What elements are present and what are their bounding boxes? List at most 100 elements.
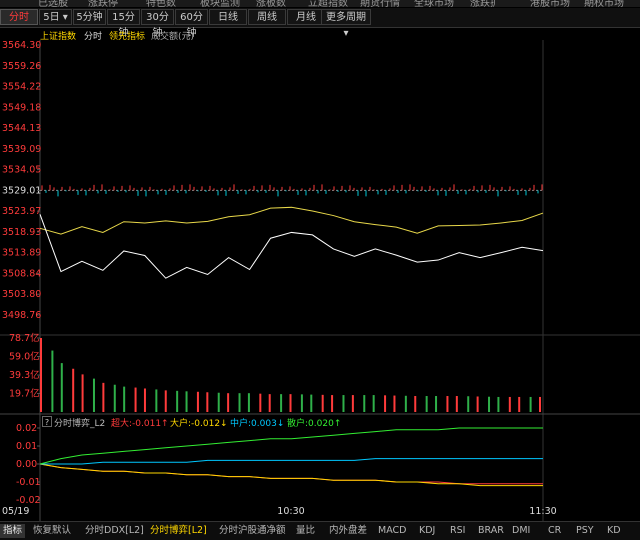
large-line [39, 463, 543, 487]
volume-bar [310, 394, 313, 412]
volume-bar [259, 393, 262, 412]
volume-bar [227, 393, 230, 412]
price-tick-label: 3544.13 [2, 123, 41, 134]
volume-bar [185, 391, 188, 412]
volume-bar [351, 395, 354, 412]
volume-bar [289, 394, 292, 412]
volume-bar [206, 392, 209, 412]
price-tick-label: 3498.76 [2, 310, 41, 321]
volume-bar [217, 392, 220, 412]
volume-bar [51, 350, 54, 412]
volume-bar [414, 396, 417, 412]
indicator-tick-label: 0.02 [16, 423, 37, 434]
large-value: 大户:-0.012↓ [170, 419, 228, 429]
price-tick-label: 3529.01 [2, 185, 41, 196]
volume-bar [176, 390, 179, 412]
volume-tick-label: 78.7亿 [9, 332, 40, 344]
medium-line [40, 458, 543, 465]
indicator-tab[interactable]: 分时沪股通净额 [219, 524, 286, 538]
volume-bar [92, 378, 95, 412]
volume-bar [518, 396, 521, 412]
indicator-name: 分时博弈_L2 [54, 419, 106, 429]
indicator-tab[interactable]: 分时博弈[L2] [150, 524, 207, 538]
indicator-tick-label: -0.01 [16, 477, 41, 488]
indicator-tab[interactable]: DMI [512, 524, 530, 538]
volume-bar [446, 396, 449, 412]
time-label-end: 11:30 [529, 506, 556, 517]
indicator-tab[interactable]: 指标 [0, 524, 26, 538]
volume-bar [60, 363, 63, 412]
volume-bar [539, 396, 541, 412]
volume-bar [497, 396, 500, 412]
indicator-tick-label: 0.01 [16, 441, 37, 452]
price-tick-label: 3508.84 [2, 268, 41, 279]
volume-tick-label: 19.7亿 [9, 387, 40, 399]
time-label-start: 05/19 [2, 506, 29, 517]
indicator-tab[interactable]: RSI [450, 524, 465, 538]
volume-bar [404, 395, 407, 412]
indicator-tab[interactable]: 内外盘差 [329, 524, 367, 538]
volume-bar [113, 384, 116, 412]
volume-bar [476, 396, 479, 412]
volume-bar [372, 395, 375, 412]
price-tick-label: 3513.89 [2, 248, 41, 259]
medium-value: 中户:0.003↓ [230, 419, 285, 429]
price-tick-label: 3539.09 [2, 144, 41, 155]
price-line [39, 214, 544, 279]
volume-bar [455, 396, 458, 412]
volume-bar [435, 396, 438, 412]
volume-bar [123, 386, 126, 412]
volume-bar [529, 396, 532, 412]
volume-bar [425, 396, 428, 412]
price-tick-label: 3503.80 [2, 289, 41, 300]
volume-bar [81, 374, 84, 412]
volume-bar [280, 394, 283, 412]
price-tick-label: 3554.22 [2, 82, 41, 93]
volume-bar [508, 396, 511, 412]
price-tick-label: 3549.18 [2, 102, 41, 113]
volume-bar [247, 393, 250, 412]
volume-bar [467, 396, 470, 412]
volume-bar [393, 395, 396, 412]
volume-bar [72, 368, 75, 412]
price-tick-label: 3564.30 [2, 40, 41, 51]
help-icon[interactable]: ? [42, 416, 52, 427]
indicator-tab[interactable]: KDJ [419, 524, 435, 538]
volume-bar [268, 394, 271, 412]
volume-bar [196, 391, 199, 412]
price-tick-label: 3523.97 [2, 206, 41, 217]
intraday-chart[interactable]: 3564.30 3559.26 3554.22 3549.18 3544.13 3539.… [0, 0, 640, 539]
volume-bar [155, 389, 158, 412]
price-tick-label: 3518.93 [2, 227, 41, 238]
volume-bar [238, 393, 241, 412]
volume-bar [164, 390, 167, 412]
indicator-tab[interactable]: 量比 [296, 524, 315, 538]
indicator-tab-bar: 指标 恢复默认 分时DDX[L2] 分时博弈[L2] 分时沪股通净额 量比 内外盘差 MACD… [0, 521, 640, 540]
time-label-mid: 10:30 [277, 506, 304, 517]
price-tick-label: 3559.26 [2, 61, 41, 72]
indicator-tab[interactable]: 分时DDX[L2] [85, 524, 144, 538]
volume-bar [488, 396, 491, 412]
indicator-tab[interactable]: PSY [576, 524, 594, 538]
volume-tick-label: 59.0亿 [9, 351, 40, 363]
volume-bar [384, 395, 387, 412]
volume-bar [331, 395, 334, 412]
volume-bar [363, 395, 366, 412]
indicator-tab[interactable]: BRAR [478, 524, 504, 538]
volume-bar [300, 394, 303, 412]
volume-bar [102, 382, 105, 412]
indicator-tab[interactable]: MACD [378, 524, 406, 538]
super-line [39, 463, 543, 485]
average-price-line [39, 206, 544, 235]
super-value: 超大:-0.011↑ [111, 419, 169, 429]
volume-bar [143, 388, 146, 412]
indicator-tab[interactable]: KD [607, 524, 621, 538]
volume-bar [342, 395, 345, 412]
volume-bar [321, 394, 324, 412]
indicator-tick-label: -0.02 [16, 495, 41, 506]
volume-bar [134, 387, 137, 412]
volume-bar [40, 338, 42, 412]
retail-value: 散户:0.020↑ [287, 419, 342, 429]
indicator-tab[interactable]: 恢复默认 [33, 524, 71, 538]
indicator-tab[interactable]: CR [548, 524, 561, 538]
